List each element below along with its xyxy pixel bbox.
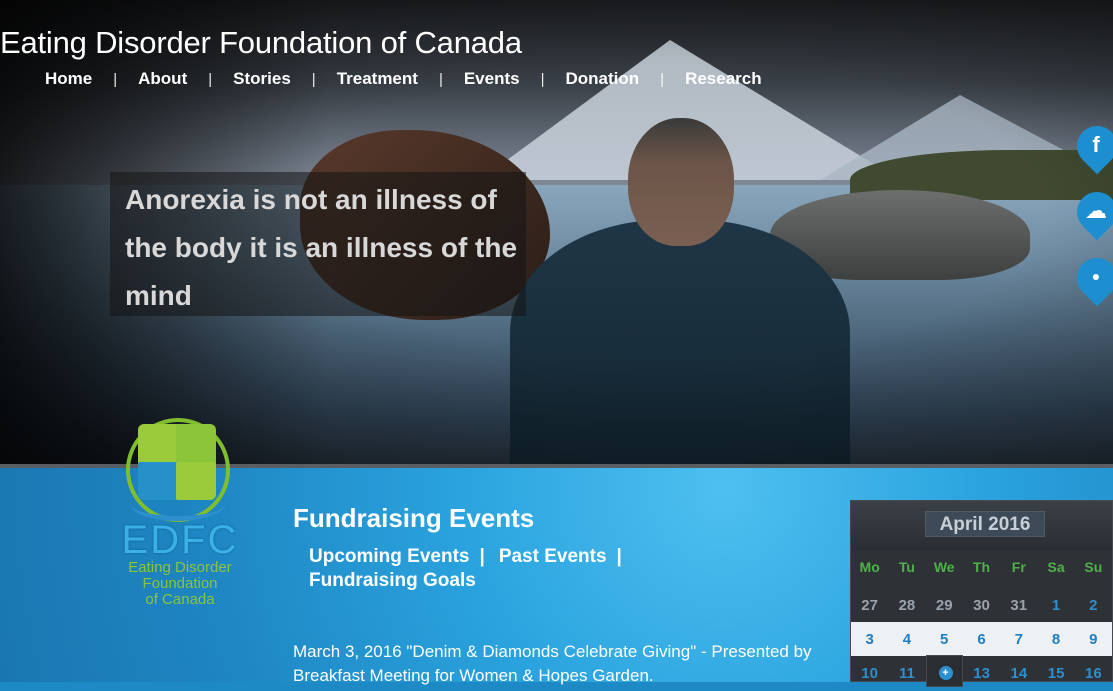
location-glyph: ● — [1091, 268, 1101, 284]
calendar-day[interactable]: 5 — [926, 631, 963, 648]
nav-separator: | — [311, 70, 316, 88]
chat-glyph: ☁ — [1085, 198, 1107, 223]
weekday-label: Fr — [1011, 559, 1026, 575]
nav-research[interactable]: Research — [664, 69, 783, 89]
calendar-day[interactable]: 11 — [888, 665, 925, 682]
nav-separator: | — [208, 70, 213, 88]
hero-quote-box: Anorexia is not an illness of the body i… — [110, 172, 526, 316]
site-title[interactable]: Eating Disorder Foundation of Canada — [0, 25, 522, 61]
nav-events[interactable]: Events — [443, 69, 541, 89]
calendar-day[interactable]: 16 — [1075, 665, 1112, 682]
calendar-week-1: 27 28 29 30 31 1 2 — [851, 588, 1112, 622]
calendar-day[interactable]: 30 — [963, 597, 1000, 614]
facebook-link[interactable]: f — [1068, 117, 1113, 175]
past-events-link[interactable]: Past Events — [499, 546, 607, 567]
add-event-icon: + — [938, 666, 953, 680]
main-nav: Home | About | Stories | Treatment | Eve… — [24, 69, 783, 89]
upcoming-events-link[interactable]: Upcoming Events — [309, 546, 469, 567]
nav-stories[interactable]: Stories — [212, 69, 312, 89]
calendar-day[interactable]: 2 — [1075, 597, 1112, 614]
calendar-day[interactable]: 8 — [1037, 631, 1074, 648]
calendar-day[interactable]: 9 — [1075, 631, 1112, 648]
logo-abbreviation: EDFC — [121, 518, 239, 562]
calendar-day[interactable]: 28 — [888, 597, 925, 614]
fundraising-title: Fundraising Events — [293, 503, 535, 533]
nav-treatment[interactable]: Treatment — [316, 69, 439, 89]
calendar-day[interactable]: 1 — [1037, 597, 1074, 614]
puzzle-piece-icon — [176, 424, 216, 464]
calendar-month[interactable]: April 2016 — [925, 511, 1045, 537]
today-cell[interactable]: + — [925, 655, 963, 687]
weekday-label: Sa — [1047, 559, 1065, 575]
calendar-day[interactable]: 4 — [888, 631, 925, 648]
nav-separator: | — [660, 70, 665, 88]
calendar-day[interactable]: 31 — [1000, 597, 1037, 614]
nav-donation[interactable]: Donation — [545, 69, 661, 89]
weekday-label: Th — [972, 559, 991, 575]
calendar-day[interactable]: 7 — [1000, 631, 1037, 648]
nav-separator: | — [540, 70, 545, 88]
weekday-label: We — [933, 559, 955, 575]
logo-line-2: Foundation — [142, 575, 218, 592]
nav-separator: | — [438, 70, 443, 88]
chat-link[interactable]: ☁ — [1068, 183, 1113, 241]
nav-about[interactable]: About — [117, 69, 208, 89]
calendar-day[interactable]: 3 — [851, 631, 888, 648]
calendar-day[interactable]: 27 — [851, 597, 888, 614]
nav-home[interactable]: Home — [24, 69, 113, 89]
logo-line-3: of Canada — [145, 591, 215, 608]
link-separator: | — [479, 546, 485, 567]
calendar-week-2: 3 4 5 6 7 8 9 — [851, 622, 1112, 656]
calendar-day[interactable]: 13 — [963, 665, 1000, 682]
fundraising-links: Upcoming Events | Past Events | Fundraising… — [309, 545, 729, 593]
weekday-label: Su — [1084, 559, 1103, 575]
event-description: March 3, 2016 "Denim & Diamonds Celebrat… — [293, 642, 812, 685]
link-separator: | — [616, 546, 622, 567]
logo-line-1: Eating Disorder — [128, 559, 232, 576]
location-link[interactable]: ● — [1068, 249, 1113, 307]
calendar-day[interactable]: 10 — [851, 665, 888, 682]
hero-quote-text: Anorexia is not an illness of the body i… — [125, 184, 518, 311]
logo-swoosh — [130, 486, 226, 521]
calendar-day[interactable]: 14 — [1000, 665, 1037, 682]
calendar-day[interactable]: 29 — [926, 597, 963, 614]
nav-separator: | — [113, 70, 118, 88]
calendar-weekdays: Mo Tu We Th Fr Sa Su — [851, 559, 1112, 575]
calendar-day[interactable]: 6 — [963, 631, 1000, 648]
fundraising-goals-link[interactable]: Fundraising Goals — [309, 570, 476, 591]
calendar-week-3: 10 11 + 13 14 15 16 — [851, 655, 1112, 691]
calendar-header: April 2016 — [851, 501, 1112, 551]
calendar-day[interactable]: 15 — [1038, 665, 1075, 682]
logo-fullname: Eating Disorder Foundation of Canada — [112, 560, 248, 608]
facebook-glyph: f — [1092, 132, 1100, 157]
puzzle-piece-icon — [138, 424, 178, 464]
calendar-widget: April 2016 Mo Tu We Th Fr Sa Su 27 28 29… — [850, 500, 1113, 687]
weekday-label: Mo — [859, 559, 880, 575]
edfc-logo[interactable]: EDFC Eating Disorder Foundation of Canad… — [112, 418, 252, 618]
calendar-day-today[interactable]: + — [925, 655, 963, 691]
weekday-label: Tu — [898, 559, 915, 575]
